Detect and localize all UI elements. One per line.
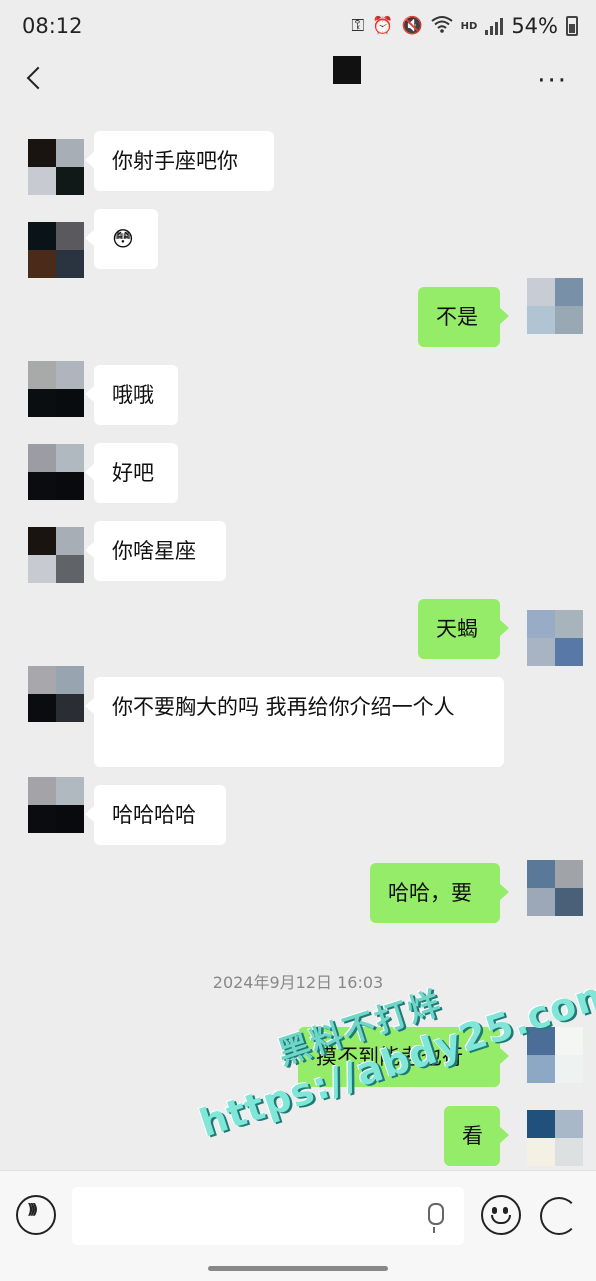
outgoing-message[interactable]: 看 — [444, 1106, 509, 1166]
avatar-tile — [28, 666, 56, 694]
avatar-tile — [56, 777, 84, 805]
avatar-tile — [555, 1027, 583, 1055]
avatar-tile — [56, 222, 84, 250]
emoji-mouth — [491, 1215, 511, 1224]
avatar[interactable] — [28, 361, 84, 417]
avatar-tile — [56, 694, 84, 722]
avatar-tile — [28, 139, 56, 167]
contact-name-redacted — [333, 56, 361, 84]
battery-percent: 54% — [511, 14, 558, 38]
mic-icon[interactable] — [428, 1203, 444, 1233]
avatar[interactable] — [527, 278, 583, 334]
chat-header: ··· — [0, 52, 596, 104]
avatar[interactable] — [28, 444, 84, 500]
plus-icon[interactable] — [540, 1197, 578, 1235]
avatar[interactable] — [527, 610, 583, 666]
avatar-tile — [527, 306, 555, 334]
mute-icon: 🔇 — [401, 16, 423, 36]
avatar-tile — [527, 638, 555, 666]
avatar[interactable] — [28, 527, 84, 583]
emoji-eye — [503, 1207, 508, 1214]
outgoing-message[interactable]: 哈哈，要 — [370, 863, 509, 923]
avatar-tile — [527, 1138, 555, 1166]
incoming-message[interactable]: 😳 — [85, 209, 158, 269]
avatar-tile — [28, 694, 56, 722]
avatar-tile — [28, 250, 56, 278]
message-input[interactable] — [72, 1187, 464, 1245]
avatar-tile — [56, 666, 84, 694]
avatar-tile — [28, 361, 56, 389]
avatar-tile — [527, 1027, 555, 1055]
avatar-tile — [56, 805, 84, 833]
avatar-tile — [28, 527, 56, 555]
incoming-message[interactable]: 哈哈哈哈 — [85, 785, 226, 845]
incoming-message[interactable]: 哦哦 — [85, 365, 178, 425]
avatar[interactable] — [28, 666, 84, 722]
outgoing-message[interactable]: 天蝎 — [418, 599, 509, 659]
avatar-tile — [56, 472, 84, 500]
avatar-tile — [28, 555, 56, 583]
avatar-tile — [527, 888, 555, 916]
avatar-tile — [527, 1055, 555, 1083]
avatar[interactable] — [527, 1027, 583, 1083]
avatar-tile — [527, 278, 555, 306]
avatar-tile — [555, 860, 583, 888]
avatar[interactable] — [527, 1110, 583, 1166]
home-indicator — [208, 1266, 388, 1271]
emoji-eye — [492, 1207, 497, 1214]
avatar-tile — [527, 610, 555, 638]
avatar-tile — [56, 555, 84, 583]
avatar-tile — [28, 777, 56, 805]
avatar-tile — [56, 444, 84, 472]
avatar-tile — [555, 610, 583, 638]
timestamp: 2024年9月12日 16:03 — [212, 973, 384, 992]
avatar-tile — [56, 139, 84, 167]
avatar-tile — [56, 389, 84, 417]
avatar-tile — [56, 167, 84, 195]
incoming-message[interactable]: 好吧 — [85, 443, 178, 503]
avatar-tile — [527, 1110, 555, 1138]
avatar-tile — [555, 638, 583, 666]
avatar[interactable] — [28, 139, 84, 195]
incoming-message[interactable]: 你射手座吧你 — [85, 131, 274, 191]
avatar-tile — [28, 805, 56, 833]
key-icon: ⚿ — [351, 16, 365, 36]
wifi-icon — [431, 15, 453, 38]
avatar-tile — [28, 389, 56, 417]
status-icons: ⚿ ⏰ 🔇 HD 54% — [351, 14, 578, 38]
avatar-tile — [527, 860, 555, 888]
input-bar — [0, 1170, 596, 1281]
avatar-tile — [28, 222, 56, 250]
emoji-icon[interactable] — [481, 1195, 521, 1235]
alarm-icon: ⏰ — [372, 16, 394, 36]
avatar-tile — [28, 472, 56, 500]
incoming-message[interactable]: 你不要胸大的吗 我再给你介绍一个人 — [85, 677, 504, 767]
status-bar: 08:12 ⚿ ⏰ 🔇 HD 54% — [0, 0, 596, 52]
avatar-tile — [28, 167, 56, 195]
avatar-tile — [56, 361, 84, 389]
avatar-tile — [555, 306, 583, 334]
status-time: 08:12 — [22, 14, 83, 38]
voice-icon[interactable] — [16, 1195, 56, 1235]
back-icon[interactable] — [24, 64, 46, 92]
incoming-message[interactable]: 你啥星座 — [85, 521, 226, 581]
avatar[interactable] — [527, 860, 583, 916]
outgoing-message[interactable]: 不是 — [418, 287, 509, 347]
avatar-tile — [555, 278, 583, 306]
avatar-tile — [555, 1110, 583, 1138]
avatar[interactable] — [28, 777, 84, 833]
avatar-tile — [555, 1138, 583, 1166]
avatar-tile — [56, 527, 84, 555]
battery-icon — [566, 16, 578, 36]
avatar[interactable] — [28, 222, 84, 278]
avatar-tile — [555, 1055, 583, 1083]
avatar-tile — [56, 250, 84, 278]
more-icon[interactable]: ··· — [537, 66, 568, 96]
outgoing-message[interactable]: 摸不到能考也行 — [298, 1027, 509, 1087]
hd-badge: HD — [460, 20, 478, 32]
avatar-tile — [555, 888, 583, 916]
signal-icon — [485, 17, 504, 35]
avatar-tile — [28, 444, 56, 472]
